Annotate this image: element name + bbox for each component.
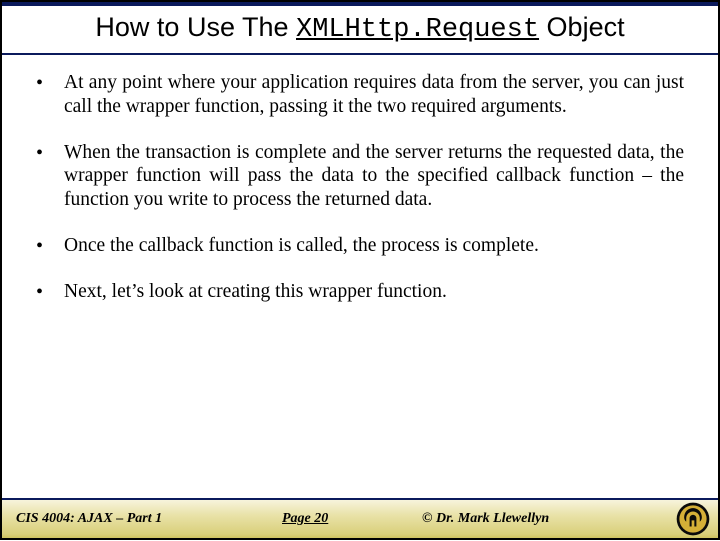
- footer-copyright: © Dr. Mark Llewellyn: [422, 511, 549, 527]
- footer-page: Page 20: [282, 511, 328, 527]
- title-bar: How to Use The XMLHttp.Request Object: [2, 2, 718, 55]
- slide-footer: CIS 4004: AJAX – Part 1 Page 20 © Dr. Ma…: [2, 498, 718, 538]
- slide-container: How to Use The XMLHttp.Request Object At…: [0, 0, 720, 540]
- list-item: Once the callback function is called, th…: [36, 234, 684, 258]
- list-item: Next, let’s look at creating this wrappe…: [36, 280, 684, 304]
- title-suffix: Object: [539, 12, 625, 42]
- title-mono: XMLHttp.Request: [296, 15, 539, 45]
- slide-title: How to Use The XMLHttp.Request Object: [12, 12, 708, 45]
- list-item: At any point where your application requ…: [36, 71, 684, 119]
- ucf-pegasus-logo-icon: [676, 502, 710, 536]
- list-item: When the transaction is complete and the…: [36, 141, 684, 212]
- slide-body: At any point where your application requ…: [2, 55, 718, 498]
- footer-course: CIS 4004: AJAX – Part 1: [16, 511, 236, 527]
- bullet-list: At any point where your application requ…: [36, 71, 684, 303]
- title-prefix: How to Use The: [95, 12, 296, 42]
